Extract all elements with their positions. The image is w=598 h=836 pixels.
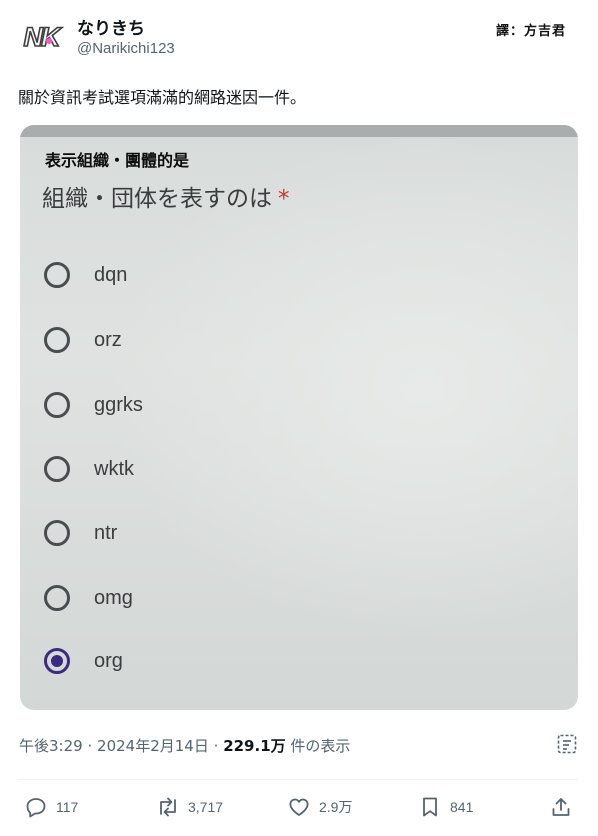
quiz-option-label: org	[94, 649, 123, 672]
quiz-option: dqn	[44, 258, 127, 292]
radio-unchecked-icon	[44, 262, 70, 288]
radio-checked-icon	[44, 648, 70, 674]
tweet-text: 關於資訊考試選項滿滿的網路迷因一件。	[18, 88, 307, 107]
views-label: 件の表示	[290, 737, 351, 755]
meta-separator: ·	[87, 737, 93, 755]
required-mark: *	[278, 186, 290, 212]
radio-unchecked-icon	[44, 585, 70, 611]
quiz-option: orz	[44, 323, 122, 357]
bookmark-button[interactable]: 841	[418, 795, 473, 819]
tweet-photo[interactable]: 表示組織・團體的是 組織・団体を表すのは * dqn orz ggrks wktk…	[20, 125, 578, 710]
quiz-option: omg	[44, 581, 133, 615]
bookmark-icon	[423, 797, 437, 817]
repost-icon	[160, 797, 176, 817]
radio-unchecked-icon	[44, 392, 70, 418]
user-handle[interactable]: @Narikichi123	[77, 40, 175, 57]
heart-icon	[289, 798, 309, 816]
divider	[18, 779, 578, 780]
quiz-option-label: ggrks	[94, 393, 143, 416]
reply-button[interactable]: 117	[24, 795, 78, 819]
quiz-option-label: dqn	[94, 263, 128, 286]
translator-credit: 譯：方吉君	[495, 24, 566, 39]
avatar[interactable]: NK	[18, 16, 64, 58]
photo-caption: 表示組織・團體的是	[45, 151, 190, 170]
quiz-question: 組織・団体を表すのは *	[42, 179, 290, 213]
radio-unchecked-icon	[44, 327, 70, 353]
quiz-option: ntr	[44, 516, 117, 550]
analytics-icon[interactable]	[556, 733, 578, 759]
quiz-option-selected: org	[44, 644, 123, 678]
quiz-option: ggrks	[44, 388, 143, 422]
quiz-question-text: 組織・団体を表すのは	[42, 186, 272, 212]
meta-separator: ·	[213, 737, 219, 755]
avatar-text: NK	[23, 21, 62, 53]
quiz-option-label: omg	[94, 586, 133, 609]
tweet-time[interactable]: 午後3:29	[19, 737, 83, 755]
repost-button[interactable]: 3,717	[156, 795, 223, 819]
like-count: 2.9万	[319, 799, 353, 815]
avatar-accent-dot	[46, 38, 52, 44]
radio-unchecked-icon	[44, 456, 70, 482]
radio-unchecked-icon	[44, 520, 70, 546]
reply-icon	[26, 798, 46, 818]
like-button[interactable]: 2.9万	[287, 795, 352, 819]
tweet-meta: 午後3:29 · 2024年2月14日 · 229.1万 件の表示	[19, 735, 350, 756]
tweet-date[interactable]: 2024年2月14日	[97, 737, 209, 755]
repost-count: 3,717	[188, 799, 224, 815]
display-name[interactable]: なりきち	[77, 14, 145, 39]
share-icon	[552, 798, 570, 816]
quiz-option-label: ntr	[94, 521, 118, 544]
quiz-option: wktk	[44, 452, 134, 486]
quiz-option-label: wktk	[94, 457, 134, 480]
share-button[interactable]	[549, 795, 573, 819]
quiz-option-label: orz	[94, 328, 122, 351]
bookmark-count: 841	[450, 799, 474, 815]
reply-count: 117	[56, 799, 79, 815]
photo-top-strip	[20, 125, 578, 137]
views-count: 229.1万	[223, 737, 286, 755]
